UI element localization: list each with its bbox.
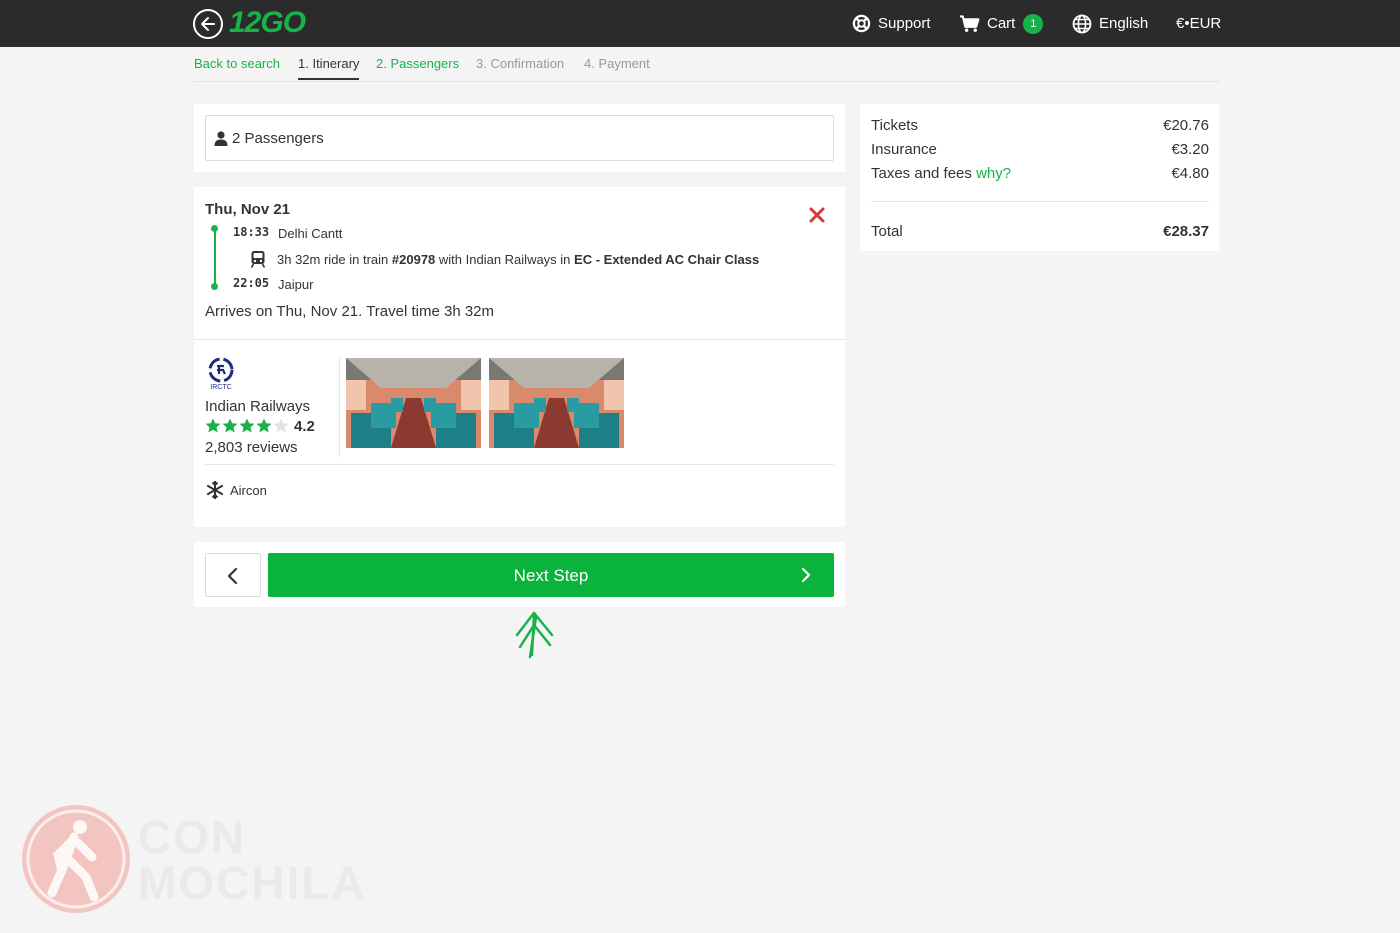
summary-value: €3.20 (1171, 141, 1209, 158)
arrival-dot (211, 283, 218, 290)
hand-drawn-arrow-icon (515, 611, 554, 659)
divider (194, 339, 845, 340)
operator-name: Indian Railways (205, 398, 311, 415)
trip-card: Thu, Nov 21 18:33 Delhi Cantt 3h 32m rid… (194, 187, 845, 527)
summary-row-tickets: Tickets €20.76 (871, 117, 1209, 134)
language-selector[interactable]: English (1072, 0, 1148, 47)
train-icon (250, 251, 266, 268)
total-value: €28.37 (1163, 223, 1209, 240)
summary-value: €4.80 (1171, 165, 1209, 182)
divider (871, 201, 1209, 202)
next-step-button[interactable]: Next Step (268, 553, 834, 597)
watermark-text-line2: MOCHILA (138, 857, 367, 909)
irctc-logo-text: IRCTC (210, 384, 231, 391)
lifebuoy-icon (852, 14, 871, 33)
passengers-card: 2 Passengers (194, 104, 845, 172)
brand-logo[interactable]: 12GO (229, 6, 306, 40)
total-label: Total (871, 223, 903, 240)
arrival-time: 22:05 (233, 276, 270, 290)
rating-stars (205, 418, 290, 433)
hiker-icon (26, 809, 126, 909)
step-passengers[interactable]: 2. Passengers (376, 56, 459, 71)
passengers-label: 2 Passengers (232, 129, 324, 147)
currency-selector[interactable]: €•EUR (1176, 0, 1221, 47)
irctc-logo[interactable]: IRCTC (206, 357, 236, 391)
back-to-search-link[interactable]: Back to search (194, 56, 280, 71)
price-summary-card: Tickets €20.76 Insurance €3.20 Taxes and… (860, 104, 1219, 251)
summary-row-insurance: Insurance €3.20 (871, 141, 1209, 158)
top-navigation-bar: 12GO Support Cart 1 English €•EUR (0, 0, 1400, 47)
summary-label: Taxes and fees (871, 165, 972, 182)
arrival-summary: Arrives on Thu, Nov 21. Travel time 3h 3… (205, 303, 495, 320)
watermark-logo (22, 805, 130, 913)
support-label: Support (878, 15, 931, 32)
actions-card: Next Step (194, 542, 845, 607)
chevron-right-icon (801, 567, 811, 583)
watermark-text-line1: CON (138, 811, 247, 863)
star-icon (239, 418, 255, 433)
step-payment: 4. Payment (584, 56, 650, 71)
support-link[interactable]: Support (852, 0, 931, 47)
train-interior-photo-1[interactable] (346, 358, 481, 448)
logo-text: 12GO (229, 6, 306, 39)
active-step-indicator (298, 78, 359, 80)
train-interior-photo-2[interactable] (489, 358, 624, 448)
star-icon (222, 418, 238, 433)
departure-station: Delhi Cantt (278, 226, 343, 241)
currency-label: €•EUR (1176, 15, 1222, 32)
cart-count-badge: 1 (1023, 13, 1044, 34)
summary-row-total: Total €28.37 (871, 223, 1209, 240)
person-icon (214, 130, 228, 146)
train-number: #20978 (391, 252, 436, 267)
snowflake-icon (206, 481, 224, 499)
language-label: English (1099, 15, 1149, 32)
ride-description: 3h 32m ride in train #20978 with Indian … (277, 252, 759, 267)
timeline-line (214, 229, 216, 287)
divider (205, 464, 834, 465)
summary-row-taxes: Taxes and fees why? €4.80 (871, 165, 1209, 182)
next-step-label: Next Step (513, 566, 589, 585)
remove-trip-icon[interactable] (808, 206, 826, 224)
departure-dot (211, 225, 218, 232)
chevron-left-icon (227, 567, 238, 585)
back-arrow-icon[interactable] (193, 9, 223, 39)
arrival-station: Jaipur (278, 277, 314, 292)
star-icon (256, 418, 272, 433)
amenity-aircon: Aircon (230, 483, 267, 498)
cart-link[interactable]: Cart 1 (959, 0, 1044, 47)
vertical-divider (339, 357, 340, 457)
ride-operator-text: with Indian Railways in (435, 252, 575, 267)
summary-label: Insurance (871, 141, 937, 158)
trip-date: Thu, Nov 21 (205, 201, 291, 218)
cart-label: Cart (987, 15, 1016, 32)
rating-value: 4.2 (294, 418, 315, 435)
why-fees-link[interactable]: why? (976, 165, 1011, 182)
summary-label: Tickets (871, 117, 918, 134)
ride-prefix: 3h 32m ride in train (277, 252, 392, 267)
star-empty-icon (273, 418, 289, 433)
cart-icon (959, 14, 980, 32)
previous-step-button[interactable] (205, 553, 261, 597)
star-icon (205, 418, 221, 433)
checkout-steps: Back to search 1. Itinerary 2. Passenger… (194, 47, 1219, 82)
reviews-link[interactable]: 2,803 reviews (205, 439, 298, 456)
globe-icon (1072, 14, 1092, 33)
seat-class: EC - Extended AC Chair Class (574, 252, 760, 267)
departure-time: 18:33 (233, 225, 270, 239)
passengers-selector[interactable]: 2 Passengers (205, 115, 834, 161)
step-confirmation: 3. Confirmation (476, 56, 565, 71)
step-itinerary[interactable]: 1. Itinerary (298, 56, 359, 71)
summary-value: €20.76 (1163, 117, 1209, 134)
